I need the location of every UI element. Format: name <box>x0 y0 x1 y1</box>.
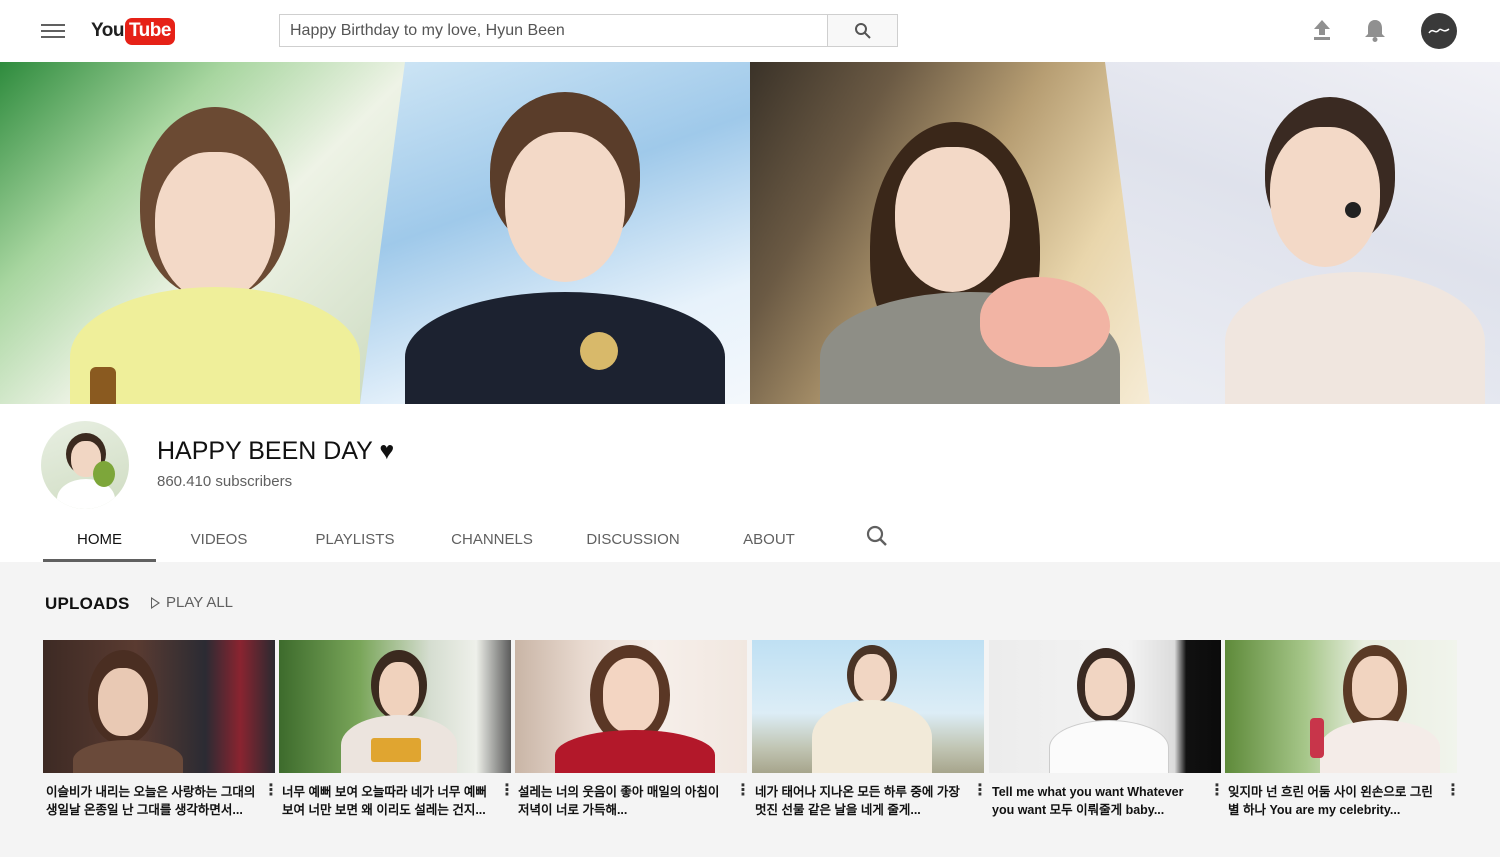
youtube-logo[interactable]: You Tube <box>91 17 175 45</box>
video-card[interactable]: 네가 태어나 지나온 모든 하루 중에 가장 멋진 선물 같은 날을 네게 줄게… <box>752 640 988 817</box>
subscriber-count: 860.410 subscribers <box>157 473 293 490</box>
top-bar: You Tube <box>0 0 1500 62</box>
play-all-button[interactable]: PLAY ALL <box>151 594 233 611</box>
more-options-icon[interactable]: ⋮ <box>263 783 279 801</box>
search-bar <box>279 14 898 47</box>
uploads-heading: UPLOADS <box>45 594 130 613</box>
more-options-icon[interactable]: ⋮ <box>1445 783 1461 801</box>
banner-photo-1 <box>0 62 420 404</box>
video-card[interactable]: 너무 예뻐 보여 오늘따라 네가 너무 예뻐 보여 너만 보면 왜 이리도 설레… <box>279 640 515 817</box>
video-title[interactable]: 이슬비가 내리는 오늘은 사랑하는 그대의 생일날 온종일 난 그대를 생각하면… <box>46 783 260 819</box>
search-icon <box>854 22 871 39</box>
signature-icon <box>1428 28 1450 34</box>
banner-photo-2 <box>360 62 750 404</box>
channel-banner <box>0 62 1500 404</box>
video-title[interactable]: 네가 태어나 지나온 모든 하루 중에 가장 멋진 선물 같은 날을 네게 줄게… <box>755 783 969 819</box>
video-title[interactable]: Tell me what you want Whatever you want … <box>992 783 1206 819</box>
banner-photo-3 <box>750 62 1150 404</box>
video-thumbnail[interactable] <box>1225 640 1457 773</box>
video-card[interactable]: 이슬비가 내리는 오늘은 사랑하는 그대의 생일날 온종일 난 그대를 생각하면… <box>43 640 279 817</box>
video-card[interactable]: Tell me what you want Whatever you want … <box>989 640 1225 817</box>
tab-playlists[interactable]: PLAYLISTS <box>302 516 408 562</box>
tab-discussion[interactable]: DISCUSSION <box>578 516 688 562</box>
video-card[interactable]: 잊지마 넌 흐린 어둠 사이 왼손으로 그린 별 하나 You are my c… <box>1225 640 1461 817</box>
more-options-icon[interactable]: ⋮ <box>735 783 751 801</box>
video-thumbnail[interactable] <box>515 640 747 773</box>
search-input[interactable] <box>279 14 827 47</box>
more-options-icon[interactable]: ⋮ <box>1209 783 1225 801</box>
more-options-icon[interactable]: ⋮ <box>972 783 988 801</box>
logo-tube-text: Tube <box>124 17 175 45</box>
banner-photo-4 <box>1105 62 1500 404</box>
channel-search-icon[interactable] <box>865 524 889 548</box>
channel-title: HAPPY BEEN DAY ♥ <box>157 437 395 465</box>
tab-home[interactable]: HOME <box>43 516 156 562</box>
video-thumbnail[interactable] <box>752 640 984 773</box>
video-title[interactable]: 잊지마 넌 흐린 어둠 사이 왼손으로 그린 별 하나 You are my c… <box>1228 783 1442 819</box>
logo-you-text: You <box>91 20 124 41</box>
play-all-label: PLAY ALL <box>166 594 234 611</box>
video-title[interactable]: 너무 예뻐 보여 오늘따라 네가 너무 예뻐 보여 너만 보면 왜 이리도 설레… <box>282 783 496 819</box>
channel-tabs: HOME VIDEOS PLAYLISTS CHANNELS DISCUSSIO… <box>0 516 1500 562</box>
video-thumbnail[interactable] <box>43 640 275 773</box>
play-icon <box>151 596 160 609</box>
search-button[interactable] <box>827 14 898 47</box>
notifications-button[interactable] <box>1363 18 1387 42</box>
menu-icon[interactable] <box>41 21 65 41</box>
upload-icon <box>1314 20 1330 40</box>
tab-videos[interactable]: VIDEOS <box>176 516 262 562</box>
channel-avatar[interactable] <box>41 421 129 509</box>
video-title[interactable]: 설레는 너의 웃음이 좋아 매일의 아침이 저녁이 너로 가득해... <box>518 783 732 819</box>
video-card[interactable]: 설레는 너의 웃음이 좋아 매일의 아침이 저녁이 너로 가득해... ⋮ <box>515 640 751 817</box>
tab-about[interactable]: ABOUT <box>732 516 806 562</box>
more-options-icon[interactable]: ⋮ <box>499 783 515 801</box>
account-avatar[interactable] <box>1421 13 1457 49</box>
bell-icon <box>1365 20 1385 42</box>
upload-button[interactable] <box>1310 18 1334 42</box>
tab-channels[interactable]: CHANNELS <box>440 516 544 562</box>
video-thumbnail[interactable] <box>279 640 511 773</box>
video-thumbnail[interactable] <box>989 640 1221 773</box>
